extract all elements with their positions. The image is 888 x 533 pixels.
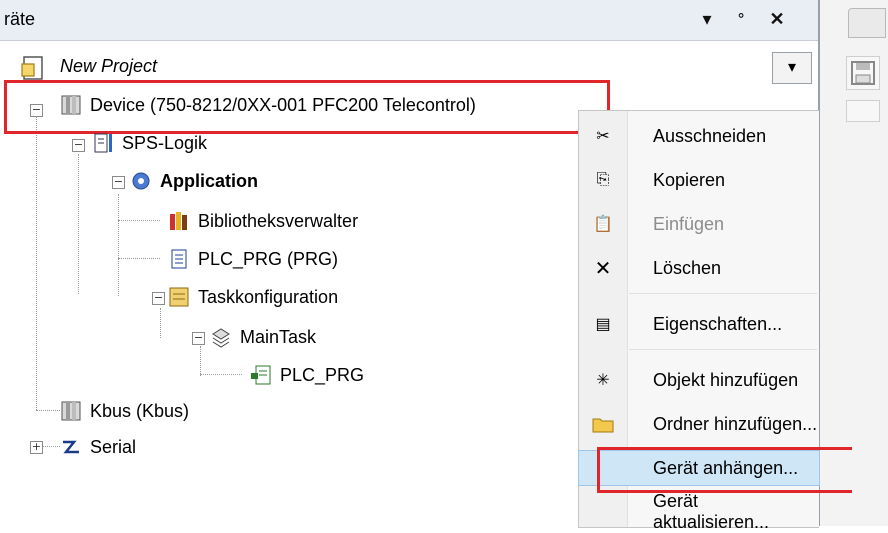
serial-label: Serial bbox=[90, 436, 137, 457]
tree-node-bibliotheksverwalter[interactable]: Bibliotheksverwalter bbox=[168, 204, 358, 238]
menu-separator bbox=[629, 349, 817, 350]
bibliotheksverwalter-label: Bibliotheksverwalter bbox=[198, 210, 359, 231]
tree-line bbox=[118, 220, 160, 221]
application-label: Application bbox=[160, 170, 258, 191]
menu-separator bbox=[629, 293, 817, 294]
tree-line bbox=[36, 410, 60, 411]
menu-item-label: Kopieren bbox=[653, 169, 726, 190]
plc-prg-label: PLC_PRG (PRG) bbox=[198, 248, 339, 269]
menu-item-label: Ordner hinzufügen... bbox=[653, 413, 818, 434]
paste-icon: 📋 bbox=[593, 216, 613, 233]
scissors-icon: ✂ bbox=[596, 128, 610, 145]
panel-titlebar: räte ▾ ᐤ ✕ bbox=[0, 0, 818, 41]
kbus-icon bbox=[60, 400, 82, 422]
menu-item-label: Objekt hinzufügen bbox=[653, 369, 799, 390]
tree-line bbox=[78, 154, 79, 294]
taskkonfiguration-label: Taskkonfiguration bbox=[198, 286, 339, 307]
menu-item-label: Löschen bbox=[653, 257, 722, 278]
folder-icon bbox=[591, 412, 615, 436]
menu-item-eigenschaften[interactable]: ▤ Eigenschaften... bbox=[579, 307, 819, 341]
copy-icon: ⎘ bbox=[596, 171, 610, 188]
panel-menu-dropdown-button[interactable]: ▾ bbox=[694, 6, 720, 32]
menu-item-loeschen[interactable]: ✕ Löschen bbox=[579, 251, 819, 285]
kbus-label: Kbus (Kbus) bbox=[90, 400, 190, 421]
menu-item-ordner-hinzufuegen[interactable]: Ordner hinzufügen... bbox=[579, 407, 819, 441]
context-menu: ✂ Ausschneiden ⎘ Kopieren 📋 Einfügen ✕ L… bbox=[578, 110, 852, 532]
toolbar-button[interactable] bbox=[846, 100, 880, 122]
program-call-icon bbox=[250, 364, 272, 386]
task-config-icon bbox=[168, 286, 190, 308]
collapse-toggle[interactable]: − bbox=[152, 292, 165, 305]
program-icon bbox=[168, 248, 190, 270]
save-icon[interactable] bbox=[846, 56, 880, 90]
tree-line bbox=[118, 258, 160, 259]
tree-node-sps-logik[interactable]: SPS-Logik bbox=[92, 126, 207, 160]
delete-icon: ✕ bbox=[594, 257, 612, 280]
add-object-icon: ✳ bbox=[596, 372, 610, 389]
menu-item-ausschneiden[interactable]: ✂ Ausschneiden bbox=[579, 119, 819, 153]
menu-item-einfuegen[interactable]: 📋 Einfügen bbox=[579, 207, 819, 241]
plc-prg-call-label: PLC_PRG bbox=[280, 364, 365, 385]
tree-line bbox=[200, 374, 242, 375]
tree-node-maintask[interactable]: MainTask bbox=[210, 320, 316, 354]
properties-icon: ▤ bbox=[595, 316, 611, 333]
maintask-label: MainTask bbox=[240, 326, 317, 347]
plc-logic-icon bbox=[92, 132, 114, 154]
pin-icon[interactable]: ᐤ bbox=[728, 6, 754, 32]
tree-node-application[interactable]: Application bbox=[130, 164, 258, 198]
tree-line bbox=[200, 346, 201, 376]
menu-item-label: Eigenschaften... bbox=[653, 313, 783, 334]
tree-node-taskkonfiguration[interactable]: Taskkonfiguration bbox=[168, 280, 338, 314]
serial-icon bbox=[60, 436, 82, 458]
expand-toggle[interactable]: + bbox=[30, 441, 43, 454]
project-label[interactable]: New Project bbox=[60, 56, 157, 77]
tree-line bbox=[160, 308, 161, 338]
sps-logik-label: SPS-Logik bbox=[122, 132, 208, 153]
menu-item-label: Gerät aktualisieren... bbox=[653, 491, 770, 532]
task-icon bbox=[210, 326, 232, 348]
project-dropdown-button[interactable]: ▾ bbox=[772, 52, 812, 84]
menu-item-label: Einfügen bbox=[653, 213, 725, 234]
tree-node-kbus[interactable]: Kbus (Kbus) bbox=[60, 394, 189, 428]
tree-node-serial[interactable]: Serial bbox=[60, 430, 136, 464]
tab-document-icon[interactable] bbox=[848, 8, 886, 38]
project-icon bbox=[21, 56, 43, 80]
tree-node-plc-prg[interactable]: PLC_PRG (PRG) bbox=[168, 242, 338, 276]
menu-item-kopieren[interactable]: ⎘ Kopieren bbox=[579, 163, 819, 197]
collapse-toggle[interactable]: − bbox=[72, 139, 85, 152]
application-gear-icon bbox=[130, 170, 152, 192]
menu-item-objekt-hinzufuegen[interactable]: ✳ Objekt hinzufügen bbox=[579, 363, 819, 397]
tree-node-plc-prg-call[interactable]: PLC_PRG bbox=[250, 358, 364, 392]
tree-line bbox=[36, 110, 37, 410]
menu-item-geraet-aktualisieren[interactable]: Gerät aktualisieren... bbox=[579, 491, 819, 532]
highlight-geraet-anhaengen bbox=[597, 447, 852, 493]
collapse-toggle[interactable]: − bbox=[112, 176, 125, 189]
devices-panel: räte ▾ ᐤ ✕ New Project ▾ − Device (750-8… bbox=[0, 0, 888, 532]
close-icon[interactable]: ✕ bbox=[764, 6, 790, 32]
panel-title: räte bbox=[4, 9, 36, 29]
tree-line bbox=[118, 194, 119, 296]
library-icon bbox=[168, 210, 190, 232]
collapse-toggle[interactable]: − bbox=[192, 332, 205, 345]
menu-item-label: Ausschneiden bbox=[653, 125, 767, 146]
